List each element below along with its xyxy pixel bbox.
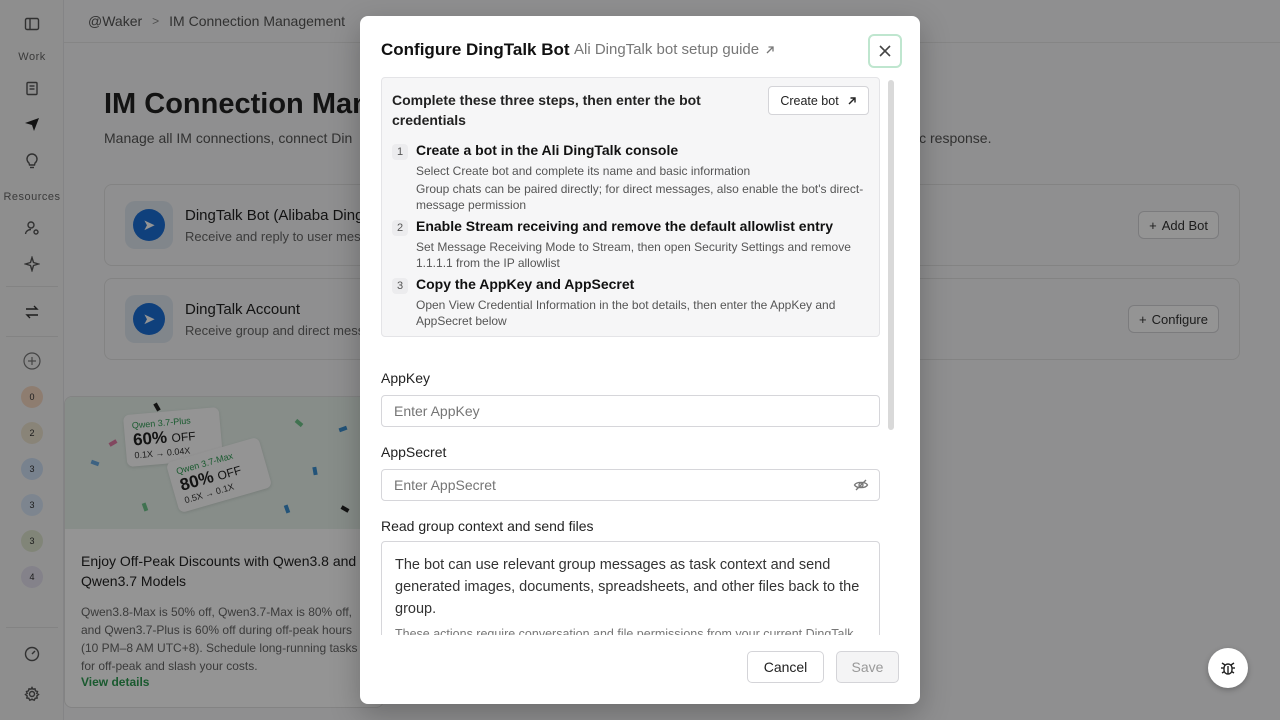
setup-guide-link[interactable]: Ali DingTalk bot setup guide bbox=[574, 41, 775, 58]
dialog-title: Configure DingTalk Bot bbox=[381, 40, 570, 59]
external-link-icon bbox=[766, 45, 774, 53]
appsecret-input[interactable] bbox=[381, 469, 880, 501]
appkey-input[interactable] bbox=[381, 395, 880, 427]
step-title: Copy the AppKey and AppSecret bbox=[416, 276, 635, 292]
scrollbar-thumb[interactable] bbox=[888, 80, 894, 430]
step-description: Open View Credential Information in the … bbox=[416, 298, 836, 328]
appsecret-field bbox=[381, 469, 880, 501]
close-icon bbox=[879, 45, 891, 57]
steps-heading: Complete these three steps, then enter t… bbox=[392, 92, 701, 128]
create-bot-button[interactable]: Create bot bbox=[768, 86, 869, 115]
setup-guide-label: Ali DingTalk bot setup guide bbox=[574, 41, 760, 58]
cancel-button[interactable]: Cancel bbox=[747, 651, 824, 683]
step-number: 1 bbox=[392, 144, 408, 160]
step-description: Set Message Receiving Mode to Stream, th… bbox=[416, 240, 851, 270]
step-description: Select Create bot and complete its name … bbox=[416, 164, 751, 178]
save-button[interactable]: Save bbox=[836, 651, 899, 683]
configure-dingtalk-bot-dialog: Configure DingTalk Bot Ali DingTalk bot … bbox=[360, 16, 920, 704]
context-description: The bot can use relevant group messages … bbox=[395, 557, 860, 617]
context-requirement-note: These actions require conversation and f… bbox=[395, 627, 854, 635]
bug-icon bbox=[1221, 662, 1235, 675]
context-permission-panel: The bot can use relevant group messages … bbox=[381, 541, 880, 635]
step-number: 2 bbox=[392, 220, 408, 236]
appkey-label: AppKey bbox=[381, 370, 431, 386]
dialog-scroll-area[interactable]: Complete these three steps, then enter t… bbox=[381, 77, 881, 635]
eye-off-icon[interactable] bbox=[853, 477, 869, 493]
context-label: Read group context and send files bbox=[381, 518, 594, 534]
debug-button[interactable] bbox=[1208, 648, 1248, 688]
close-button[interactable] bbox=[868, 34, 902, 68]
external-link-icon bbox=[848, 96, 856, 104]
create-bot-label: Create bot bbox=[780, 93, 839, 108]
appsecret-label: AppSecret bbox=[381, 444, 447, 460]
step-number: 3 bbox=[392, 278, 408, 294]
step-description: Group chats can be paired directly; for … bbox=[416, 182, 864, 212]
dialog-footer: Cancel Save bbox=[360, 636, 920, 704]
step-title: Enable Stream receiving and remove the d… bbox=[416, 218, 834, 234]
setup-steps-panel: Complete these three steps, then enter t… bbox=[381, 77, 880, 337]
step-title: Create a bot in the Ali DingTalk console bbox=[416, 142, 679, 158]
